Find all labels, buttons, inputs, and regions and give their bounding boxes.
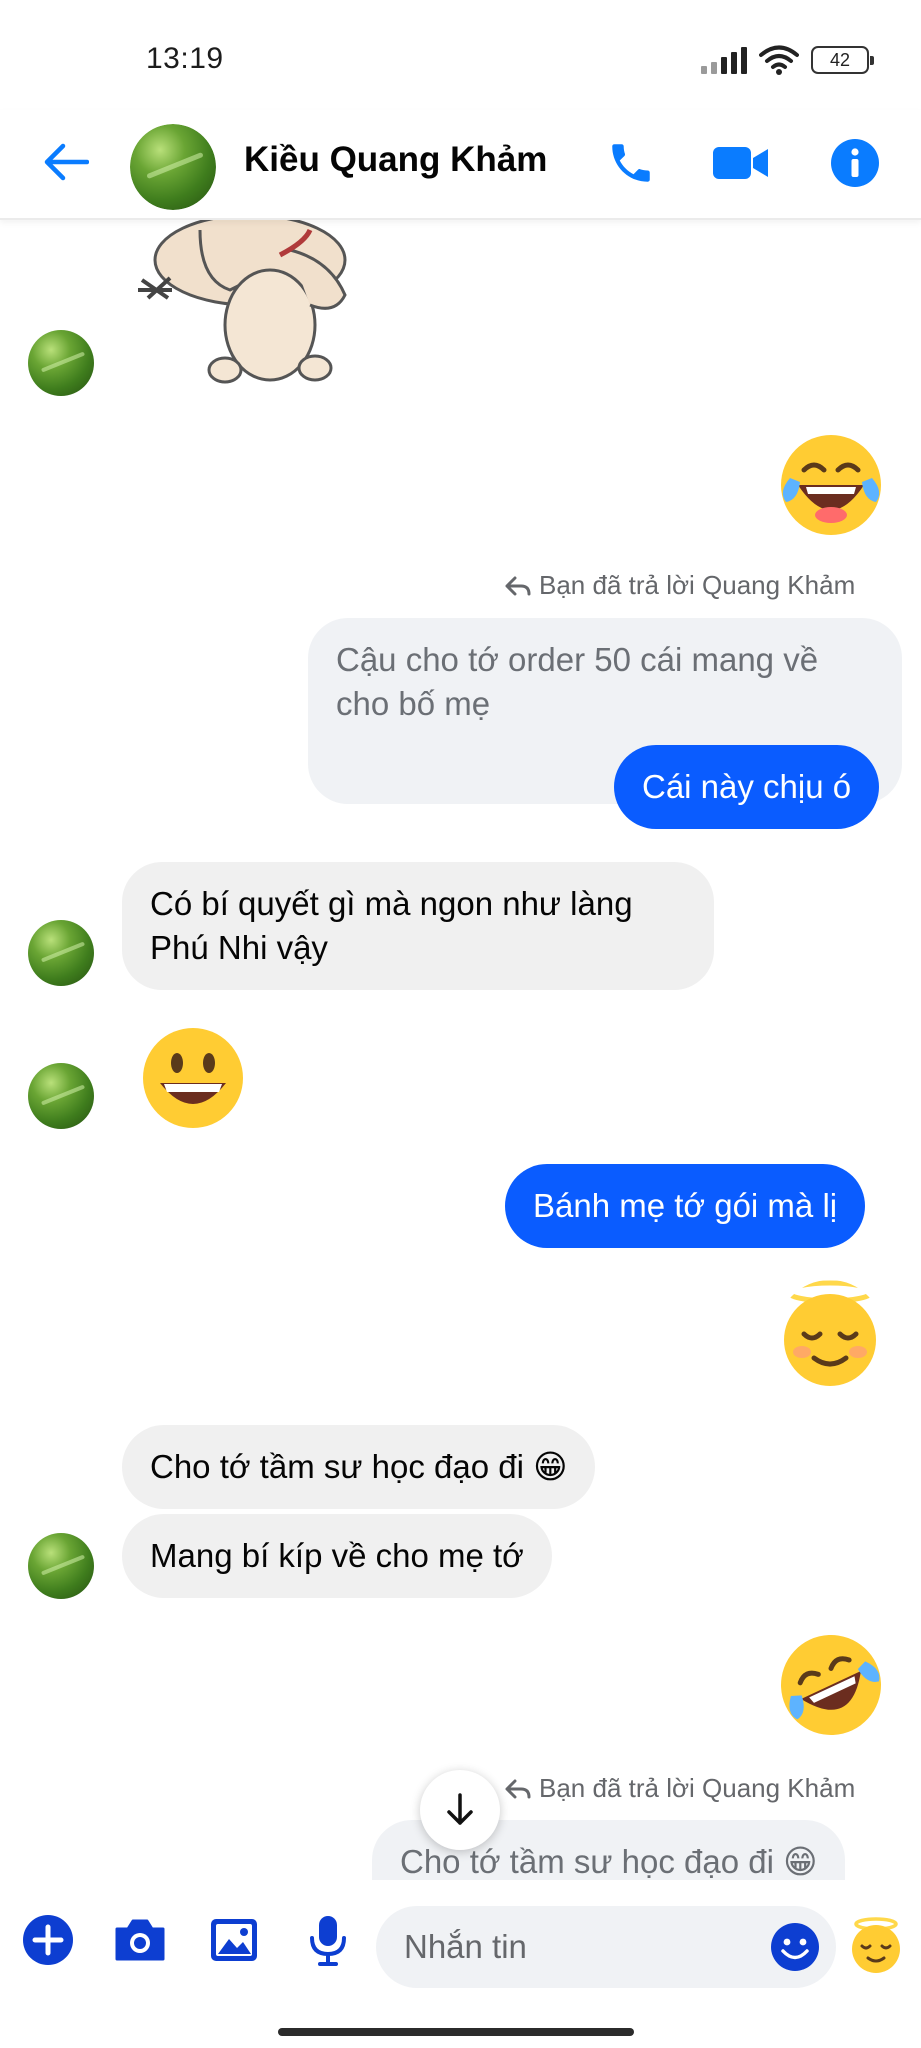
- conversation-header: Kiều Quang Khảm: [0, 110, 921, 220]
- signal-icon: [701, 46, 747, 74]
- battery-icon: 42: [811, 46, 874, 74]
- reply-label-text: Bạn đã trả lời Quang Khảm: [539, 1773, 856, 1803]
- video-call-button[interactable]: [710, 132, 772, 194]
- phone-icon: [612, 144, 650, 182]
- reply-label: Bạn đã trả lời Quang Khảm: [505, 570, 855, 601]
- reply-arrow-icon: [505, 576, 531, 595]
- quick-reaction-icon: [852, 1917, 900, 1973]
- status-icons: 42: [701, 40, 874, 80]
- incoming-message[interactable]: Cho tớ tầm sư học đạo đi 😁: [122, 1425, 596, 1509]
- rofl-emoji[interactable]: [776, 1630, 886, 1740]
- message-input[interactable]: [404, 1906, 744, 1988]
- contact-avatar-small[interactable]: [28, 1063, 94, 1129]
- reply-label: Bạn đã trả lời Quang Khảm: [505, 1773, 855, 1804]
- back-button[interactable]: [38, 134, 94, 190]
- voice-button[interactable]: [298, 1910, 358, 1970]
- message-input-wrapper: [376, 1906, 836, 1988]
- battery-level: 42: [829, 49, 851, 70]
- arrow-down-icon: [447, 1793, 473, 1825]
- emoji-picker-icon: [771, 1923, 819, 1971]
- incoming-message[interactable]: Mang bí kíp về cho mẹ tớ: [122, 1514, 552, 1598]
- contact-avatar[interactable]: [130, 124, 216, 210]
- camera-icon: [115, 1919, 165, 1961]
- contact-avatar-small[interactable]: [28, 920, 94, 986]
- status-bar: 13:19 42: [0, 0, 921, 110]
- message-composer: [0, 1880, 921, 2030]
- dog-sticker[interactable]: [130, 220, 370, 395]
- video-camera-icon: [713, 147, 768, 179]
- back-arrow-icon: [44, 143, 89, 181]
- contact-avatar-small[interactable]: [28, 330, 94, 396]
- home-indicator: [278, 2028, 634, 2036]
- emoji-button[interactable]: [770, 1922, 822, 1974]
- tears-of-joy-emoji[interactable]: [776, 430, 886, 540]
- info-button[interactable]: [824, 132, 886, 194]
- scroll-to-bottom-button[interactable]: [420, 1770, 500, 1850]
- outgoing-message[interactable]: Cái này chịu ó: [614, 745, 880, 829]
- microphone-icon: [310, 1916, 346, 1966]
- wifi-icon: [759, 45, 799, 75]
- camera-button[interactable]: [110, 1910, 170, 1970]
- quick-reaction-button[interactable]: [846, 1915, 906, 1975]
- more-actions-button[interactable]: [18, 1910, 78, 1970]
- message-list[interactable]: Bạn đã trả lời Quang Khảm Cậu cho tớ ord…: [0, 220, 921, 1910]
- status-time: 13:19: [146, 42, 224, 75]
- grinning-emoji[interactable]: [140, 1025, 246, 1131]
- image-icon: [211, 1919, 257, 1961]
- halo-emoji[interactable]: [776, 1280, 884, 1390]
- gallery-button[interactable]: [204, 1910, 264, 1970]
- plus-icon: [23, 1915, 73, 1965]
- info-icon: [831, 139, 879, 187]
- contact-name[interactable]: Kiều Quang Khảm: [244, 140, 547, 180]
- incoming-message[interactable]: Có bí quyết gì mà ngon như làng Phú Nhi …: [122, 862, 714, 990]
- reply-arrow-icon: [505, 1779, 531, 1798]
- call-button[interactable]: [600, 132, 662, 194]
- reply-label-text: Bạn đã trả lời Quang Khảm: [539, 570, 856, 600]
- outgoing-message[interactable]: Bánh mẹ tớ gói mà lị: [505, 1164, 866, 1248]
- contact-avatar-small[interactable]: [28, 1533, 94, 1599]
